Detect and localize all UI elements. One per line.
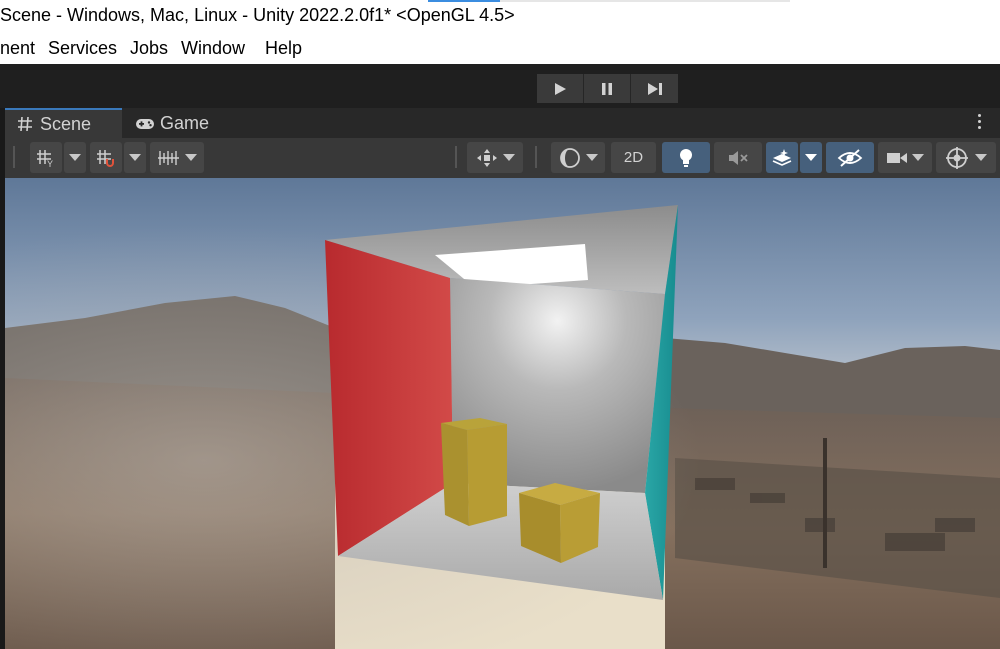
effects-layers-icon (772, 148, 792, 166)
titlebar-divider (500, 0, 790, 2)
step-icon (647, 82, 662, 95)
grid-snap-button[interactable]: Y (30, 142, 62, 173)
scene-panel: Scene Game Y 2D (5, 108, 1000, 649)
tab-scene-label: Scene (40, 113, 92, 134)
tab-game[interactable]: Game (135, 110, 235, 137)
play-button[interactable] (537, 74, 584, 103)
mode-2d-label: 2D (623, 149, 644, 166)
mute-icon (729, 150, 748, 165)
tab-bar: Scene Game (5, 108, 1000, 138)
scene-visibility-button[interactable] (826, 142, 874, 173)
camera-settings-button[interactable] (878, 142, 932, 173)
play-controls (537, 74, 679, 103)
scene-render (5, 178, 1000, 649)
move-tool-icon (476, 148, 497, 167)
gizmo-globe-icon (946, 146, 968, 169)
mode-2d-button[interactable]: 2D (611, 142, 656, 173)
gizmos-button[interactable] (936, 142, 996, 173)
pause-icon (602, 82, 612, 95)
shading-mode-button[interactable] (551, 142, 605, 173)
menu-bar: nent Services Jobs Window Help (0, 33, 1000, 65)
scene-toolbar: Y 2D (5, 138, 1000, 178)
snap-toggle-button[interactable] (90, 142, 122, 173)
toolbar-divider-1 (455, 146, 457, 168)
svg-text:Y: Y (47, 159, 53, 168)
titlebar-accent (428, 0, 500, 2)
snap-dropdown[interactable] (124, 142, 146, 173)
gamepad-icon (136, 118, 154, 129)
eye-slash-icon (837, 148, 863, 167)
menu-jobs[interactable]: Jobs (130, 38, 168, 59)
increment-snap-button[interactable] (150, 142, 204, 173)
gizmo-pivot-button[interactable] (467, 142, 523, 173)
toolbar-divider-2 (535, 146, 537, 168)
audio-toggle-button[interactable] (714, 142, 762, 173)
window-titlebar: Scene - Windows, Mac, Linux - Unity 2022… (0, 0, 1000, 33)
hash-icon (18, 116, 32, 132)
toolbar-grip (13, 146, 15, 168)
camera-icon (887, 152, 907, 163)
shading-sphere-icon (559, 147, 580, 168)
play-icon (555, 82, 566, 95)
grid-axis-icon: Y (37, 149, 53, 168)
pause-button[interactable] (584, 74, 631, 103)
menu-services[interactable]: Services (48, 38, 117, 59)
window-title: Scene - Windows, Mac, Linux - Unity 2022… (0, 5, 515, 25)
menu-component[interactable]: nent (0, 38, 35, 59)
step-button[interactable] (631, 74, 678, 103)
tab-game-label: Game (160, 113, 210, 133)
lightbulb-icon (680, 148, 692, 167)
more-menu-icon[interactable] (978, 114, 982, 132)
effects-dropdown[interactable] (800, 142, 822, 173)
ruler-icon (158, 150, 179, 165)
lighting-toggle-button[interactable] (662, 142, 710, 173)
tab-scene[interactable]: Scene (5, 108, 122, 138)
menu-help[interactable]: Help (265, 38, 302, 59)
main-toolbar (0, 64, 1000, 108)
snap-magnet-icon (97, 149, 114, 167)
effects-toggle-button[interactable] (766, 142, 798, 173)
grid-axis-dropdown[interactable] (64, 142, 86, 173)
menu-window[interactable]: Window (181, 38, 245, 59)
scene-viewport[interactable] (5, 178, 1000, 649)
